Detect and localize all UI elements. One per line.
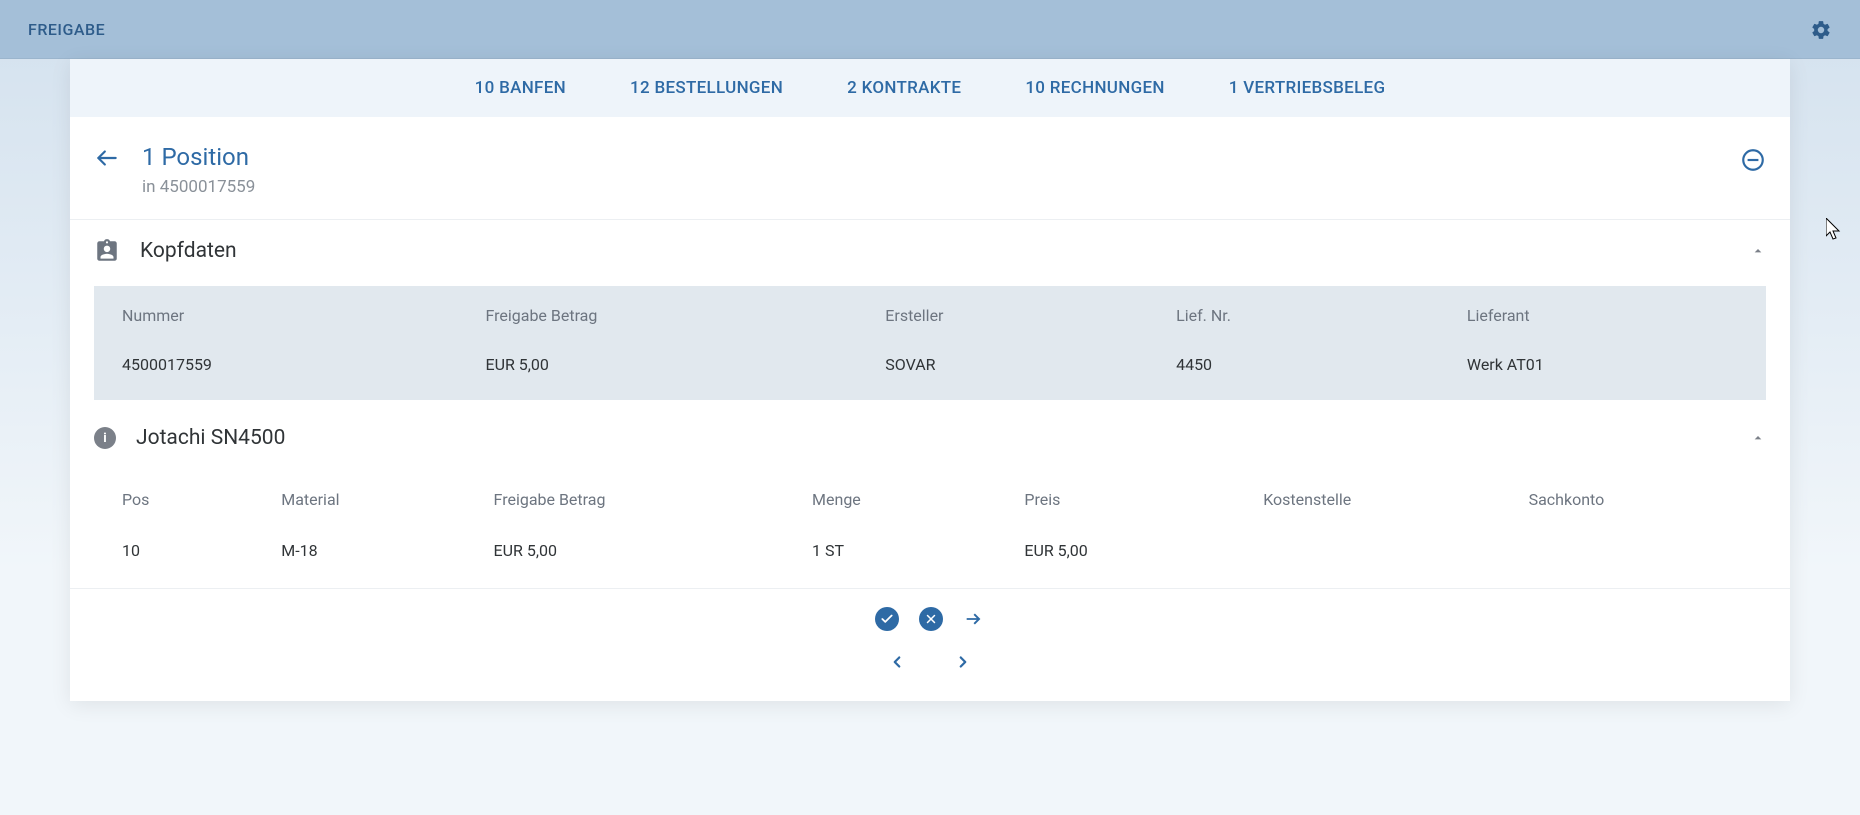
app-title: FREIGABE (28, 20, 105, 39)
page-subtitle: in 4500017559 (142, 177, 255, 197)
assignment-icon (94, 238, 120, 264)
col-freigabe-betrag: Freigabe Betrag (457, 286, 857, 345)
action-row (70, 588, 1790, 639)
kopfdaten-title: Kopfdaten (140, 239, 237, 263)
collapse-all-icon[interactable] (1740, 147, 1766, 173)
back-arrow-icon[interactable] (94, 145, 120, 171)
col-lieferant: Lieferant (1439, 286, 1766, 345)
tab-bestellungen[interactable]: 12 BESTELLUNGEN (630, 78, 783, 98)
col-preis: Preis (996, 472, 1235, 527)
reject-button[interactable] (919, 607, 943, 631)
val-ersteller: SOVAR (857, 345, 1148, 400)
forward-button[interactable] (963, 607, 985, 631)
info-icon: i (94, 427, 116, 449)
col-menge: Menge (784, 472, 996, 527)
position-table: Pos Material Freigabe Betrag Menge Preis… (94, 472, 1766, 588)
col-ersteller: Ersteller (857, 286, 1148, 345)
pager (70, 639, 1790, 701)
position-title: Jotachi SN4500 (136, 426, 285, 450)
val-material: M-18 (253, 527, 465, 588)
val-pos: 10 (94, 527, 253, 588)
val-sachkonto (1501, 527, 1766, 588)
col-pos: Pos (94, 472, 253, 527)
main-card: 10 BANFEN 12 BESTELLUNGEN 2 KONTRAKTE 10… (70, 59, 1790, 701)
col-material: Material (253, 472, 465, 527)
tab-kontrakte[interactable]: 2 KONTRAKTE (847, 78, 961, 98)
col-freigabe-betrag: Freigabe Betrag (466, 472, 784, 527)
col-nummer: Nummer (94, 286, 457, 345)
val-freigabe-betrag: EUR 5,00 (457, 345, 857, 400)
next-button[interactable] (954, 653, 972, 671)
page-title-group: 1 Position in 4500017559 (142, 143, 255, 197)
page-header: 1 Position in 4500017559 (70, 117, 1790, 220)
val-lief-nr: 4450 (1148, 345, 1439, 400)
tab-strip: 10 BANFEN 12 BESTELLUNGEN 2 KONTRAKTE 10… (70, 59, 1790, 117)
tab-vertriebsbeleg[interactable]: 1 VERTRIEBSBELEG (1229, 78, 1386, 98)
val-kostenstelle (1235, 527, 1500, 588)
page-title: 1 Position (142, 143, 255, 171)
col-sachkonto: Sachkonto (1501, 472, 1766, 527)
val-preis: EUR 5,00 (996, 527, 1235, 588)
kopfdaten-section-header: Kopfdaten (70, 220, 1790, 278)
col-lief-nr: Lief. Nr. (1148, 286, 1439, 345)
chevron-up-icon[interactable] (1750, 430, 1766, 446)
tab-banfen[interactable]: 10 BANFEN (475, 78, 566, 98)
tab-rechnungen[interactable]: 10 RECHNUNGEN (1025, 78, 1164, 98)
val-freigabe-betrag: EUR 5,00 (466, 527, 784, 588)
col-kostenstelle: Kostenstelle (1235, 472, 1500, 527)
chevron-up-icon[interactable] (1750, 243, 1766, 259)
gear-icon[interactable] (1810, 19, 1832, 41)
val-lieferant: Werk AT01 (1439, 345, 1766, 400)
prev-button[interactable] (888, 653, 906, 671)
kopfdaten-table: Nummer Freigabe Betrag Ersteller Lief. N… (94, 286, 1766, 400)
approve-button[interactable] (875, 607, 899, 631)
val-nummer: 4500017559 (94, 345, 457, 400)
app-bar: FREIGABE (0, 0, 1860, 59)
cursor-icon (1826, 218, 1844, 242)
position-section-header: i Jotachi SN4500 (70, 400, 1790, 464)
val-menge: 1 ST (784, 527, 996, 588)
